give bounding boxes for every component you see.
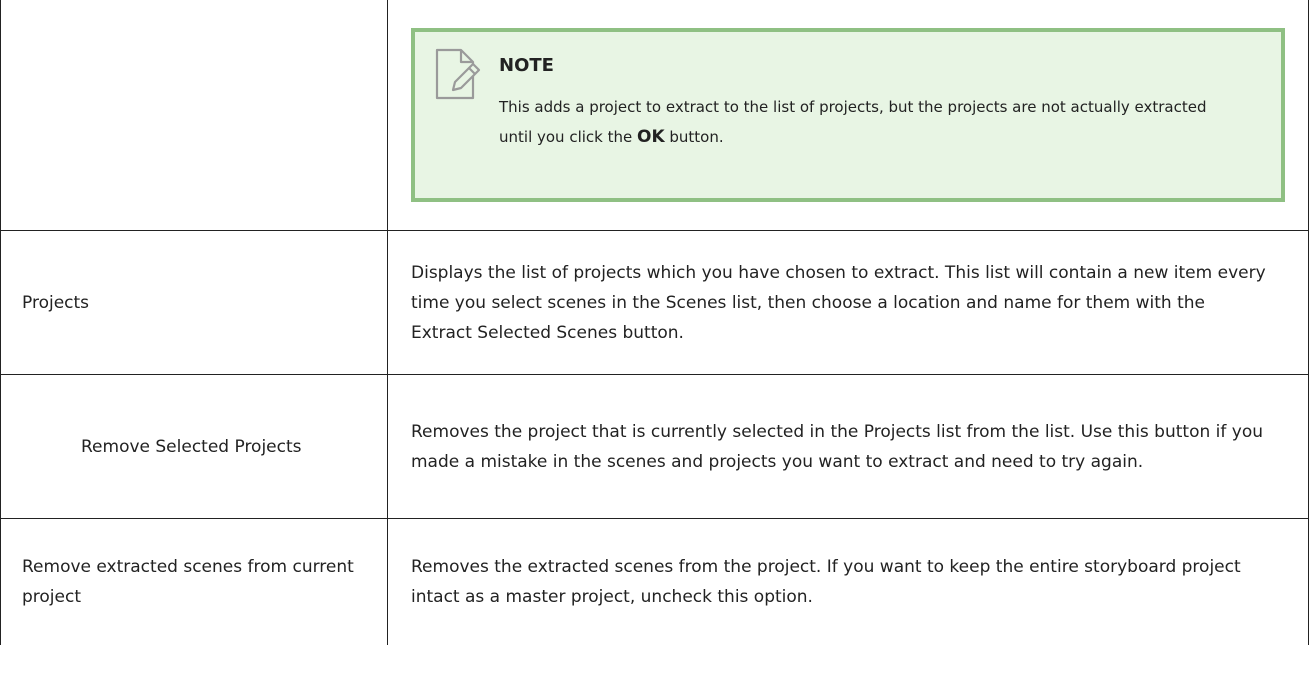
parameters-table: NOTE This adds a project to extract to t… <box>0 0 1309 645</box>
parameter-name-cell: Remove Selected Projects <box>0 374 388 519</box>
empty-name-cell <box>0 0 388 231</box>
note-box: NOTE This adds a project to extract to t… <box>411 28 1285 202</box>
note-body: This adds a project to extract to the li… <box>499 92 1241 152</box>
note-body-bold: OK <box>637 127 665 147</box>
table-row: NOTE This adds a project to extract to t… <box>0 0 1309 231</box>
table-row: Remove Selected Projects Removes the pro… <box>0 374 1309 519</box>
parameter-description: Removes the extracted scenes from the pr… <box>411 557 1241 607</box>
parameter-name: Remove extracted scenes from current pro… <box>22 557 354 607</box>
parameter-name: Projects <box>22 292 90 313</box>
parameter-description: Removes the project that is currently se… <box>411 421 1264 472</box>
note-cell: NOTE This adds a project to extract to t… <box>387 0 1309 231</box>
table-row: Remove extracted scenes from current pro… <box>0 518 1309 645</box>
note-body-tail: button. <box>664 128 724 146</box>
parameter-description-cell: Displays the list of projects which you … <box>387 230 1309 375</box>
note-pencil-icon <box>433 46 483 104</box>
table-row: Projects Displays the list of projects w… <box>0 230 1309 375</box>
parameter-description-cell: Removes the extracted scenes from the pr… <box>387 518 1309 645</box>
note-title: NOTE <box>499 55 554 76</box>
parameter-description-cell: Removes the project that is currently se… <box>387 374 1309 519</box>
parameter-name: Remove Selected Projects <box>81 436 302 457</box>
note-body-text: This adds a project to extract to the li… <box>499 98 1207 146</box>
parameter-description: Displays the list of projects which you … <box>411 262 1266 343</box>
parameter-name-cell: Remove extracted scenes from current pro… <box>0 518 388 645</box>
parameter-name-cell: Projects <box>0 230 388 375</box>
